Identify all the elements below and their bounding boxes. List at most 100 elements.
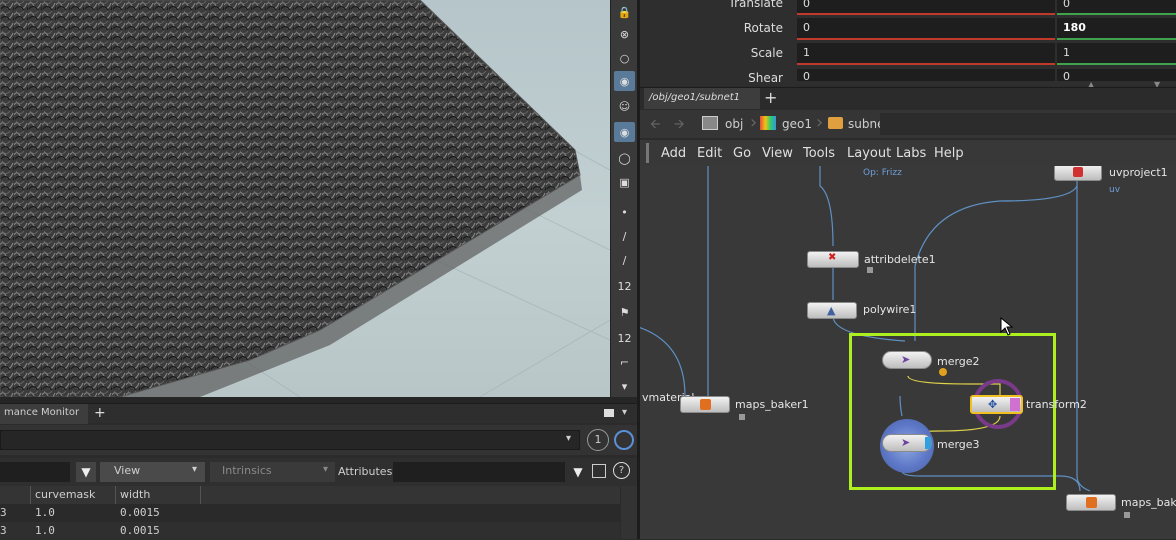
table-row[interactable]: 3 1.0 0.0015 <box>0 504 620 522</box>
intrinsics-dropdown[interactable]: Intrinsics <box>210 462 335 482</box>
rotate-y-field[interactable]: 180 <box>1057 18 1176 38</box>
delete-icon: ✖ <box>828 252 837 263</box>
merge-icon: ➤ <box>901 353 911 366</box>
brush-icon[interactable]: ∕ <box>614 226 635 246</box>
chevron-down-icon[interactable]: ▾ <box>622 407 627 418</box>
numbers-icon[interactable]: 12 <box>614 276 635 296</box>
translate-x-field[interactable]: 0 <box>797 0 1055 14</box>
menu-help[interactable]: Help <box>934 146 964 161</box>
merge3-label: merge3 <box>937 438 980 451</box>
curve-icon[interactable]: ⌐ <box>614 352 635 372</box>
menu-tools[interactable]: Tools <box>803 146 835 161</box>
path-field[interactable] <box>880 113 1176 135</box>
maps-baker1-node[interactable] <box>680 396 730 413</box>
path-bar: 🡨 🡪 obj › geo1 › subnet1 <box>640 110 1176 138</box>
scene-viewport[interactable] <box>0 0 610 397</box>
perf-dropdown[interactable] <box>0 430 580 450</box>
lock-icon[interactable]: 🔒 <box>614 2 635 22</box>
attributes-input[interactable] <box>393 462 565 482</box>
scale-x-field[interactable]: 1 <box>797 43 1055 63</box>
filter-input[interactable] <box>0 462 70 482</box>
merge2-node[interactable]: ➤ <box>882 351 932 369</box>
camera-view-icon[interactable]: ▣ <box>614 172 635 192</box>
maps-baker2-node[interactable] <box>1066 494 1116 511</box>
column-header[interactable]: width <box>120 488 150 501</box>
maps-baker1-label: maps_baker1 <box>735 398 809 411</box>
uvproject1-node[interactable] <box>1054 166 1102 181</box>
op-note: Op: Frizz <box>863 168 902 178</box>
filter-icon[interactable]: ▼ <box>569 462 587 482</box>
add-tab-button[interactable]: + <box>764 88 777 107</box>
light-icon[interactable]: ○ <box>614 48 635 68</box>
polywire1-label: polywire1 <box>863 303 917 316</box>
polywire1-node[interactable]: ▲ <box>807 302 857 319</box>
param-label-scale: Scale <box>750 46 783 60</box>
breadcrumb-separator: › <box>750 112 758 133</box>
perf-toolbar: ▾ 1 <box>0 425 637 455</box>
breadcrumb-obj[interactable]: obj <box>725 117 743 131</box>
menu-add[interactable]: Add <box>661 146 686 161</box>
x-channel-bar <box>797 63 1055 65</box>
mouse-cursor-icon <box>1000 317 1014 336</box>
display-icon[interactable]: ◉ <box>614 71 635 91</box>
menu-edit[interactable]: Edit <box>697 146 722 161</box>
ghost-icon[interactable]: ☺ <box>614 96 635 116</box>
view-dropdown[interactable]: View <box>100 462 205 482</box>
table-header: curvemask width <box>0 486 620 504</box>
numbers-icon-2[interactable]: 12 <box>614 328 635 348</box>
y-channel-bar <box>1057 38 1176 40</box>
rotate-x-field[interactable]: 0 <box>797 18 1055 38</box>
network-graph[interactable]: Op: Frizz uvproject1 uv ✖ attribdelete1 … <box>640 166 1176 539</box>
eye-icon[interactable]: ◯ <box>614 148 635 168</box>
spreadsheet-toolbar: ▼ View ▾ Intrinsics ▾ Attributes: ▼ ? <box>0 458 637 486</box>
shear-x-field[interactable]: 0 <box>797 69 1055 81</box>
display-flag[interactable] <box>1010 398 1020 411</box>
polywire-icon: ▲ <box>827 304 836 317</box>
x-channel-bar <box>797 38 1055 40</box>
filter-icon[interactable]: ▼ <box>76 462 96 482</box>
menu-layout[interactable]: Layout <box>847 146 891 161</box>
counter-badge[interactable]: 1 <box>587 429 609 451</box>
uv-flag: uv <box>1109 185 1121 195</box>
flag-icon[interactable]: ⚑ <box>614 302 635 322</box>
forward-arrow-icon[interactable]: 🡪 <box>674 115 685 137</box>
attributes-label: Attributes: <box>338 465 397 478</box>
baker-icon <box>1086 497 1097 508</box>
camera-icon[interactable]: ◉ <box>614 122 635 142</box>
menu-labs[interactable]: Labs <box>896 146 926 161</box>
parameter-pane: Translate 0 0 Rotate 0 180 Scale 1 1 She… <box>640 0 1176 89</box>
viewport-toolbar: 🔒 ⊗ ○ ◉ ☺ ◉ ◯ ▣ • ∕ ∕ 12 ⚑ 12 ⌐ ▾ <box>610 0 637 397</box>
menu-go[interactable]: Go <box>733 146 751 161</box>
transform2-node[interactable]: ✥ <box>970 395 1023 414</box>
tab-performance-monitor[interactable]: mance Monitor <box>0 404 88 424</box>
help-icon[interactable]: ? <box>613 462 630 479</box>
back-arrow-icon[interactable]: 🡨 <box>650 115 661 137</box>
menu-view[interactable]: View <box>762 146 793 161</box>
lock-icon <box>867 267 873 273</box>
uvproject-icon <box>1073 167 1083 177</box>
attribdelete1-node[interactable]: ✖ <box>807 251 859 268</box>
merge3-node[interactable]: ➤ <box>882 434 932 452</box>
chevron-down-icon: ▾ <box>323 464 329 475</box>
scale-y-field[interactable]: 1 <box>1057 43 1176 63</box>
scrollbar[interactable] <box>621 486 637 539</box>
uvproject1-label: uvproject1 <box>1109 166 1168 179</box>
close-view-icon[interactable]: ⊗ <box>614 24 635 44</box>
record-icon[interactable] <box>614 430 634 450</box>
breadcrumb-geo1[interactable]: geo1 <box>782 117 812 131</box>
translate-y-field[interactable]: 0 <box>1057 0 1176 14</box>
baker-icon <box>700 399 711 410</box>
add-tab-button[interactable]: + <box>94 405 106 421</box>
point-icon[interactable]: • <box>614 202 635 222</box>
pane-menu-icon[interactable] <box>604 409 614 417</box>
display-flag[interactable] <box>925 437 931 449</box>
table-row[interactable]: 3 1.0 0.0015 <box>0 522 620 540</box>
tab-network-path[interactable]: /obj/geo1/subnet1 <box>644 88 760 109</box>
fur-geometry <box>0 0 610 397</box>
lock-icon <box>739 414 745 420</box>
scroll-down-icon[interactable]: ▾ <box>614 376 635 396</box>
column-header[interactable]: curvemask <box>35 488 95 501</box>
spreadsheet-settings-icon[interactable] <box>592 464 606 478</box>
pen-icon[interactable]: ∕ <box>614 250 635 270</box>
param-label-translate: Translate <box>728 0 784 10</box>
